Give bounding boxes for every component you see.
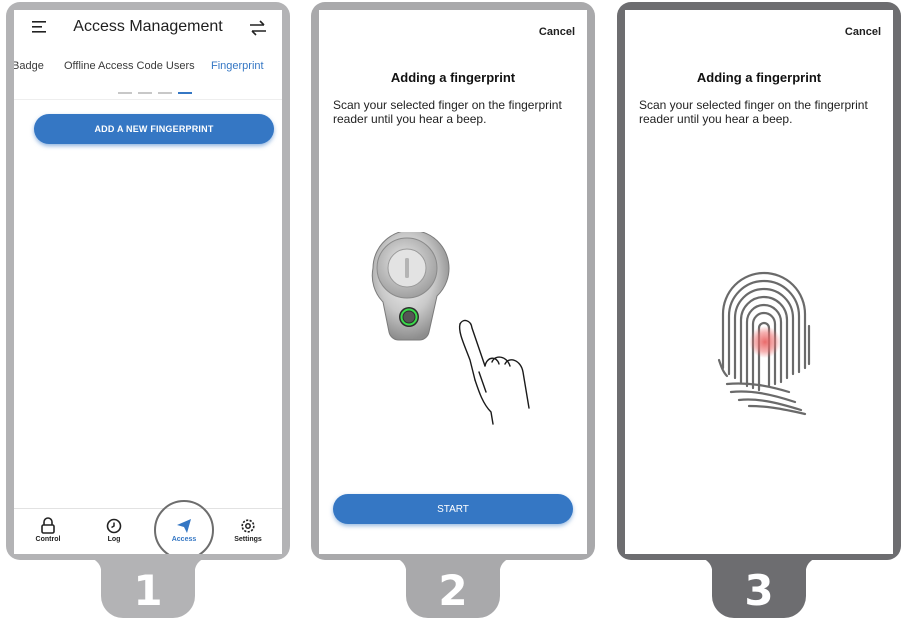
step-number: 2 xyxy=(438,566,468,615)
fingerprint-icon xyxy=(717,271,811,416)
tab-offline-access-code-users[interactable]: Offline Access Code Users xyxy=(64,60,195,72)
nav-item-settings[interactable]: Settings xyxy=(223,517,273,543)
cancel-button[interactable]: Cancel xyxy=(539,26,575,38)
clock-icon xyxy=(106,518,122,534)
step-number-tab: 3 xyxy=(698,558,820,618)
tab-bar: Badge Offline Access Code Users Fingerpr… xyxy=(14,60,282,82)
page-dot xyxy=(158,92,172,94)
adding-fingerprint-screen: Cancel Adding a fingerprint Scan your se… xyxy=(319,10,587,554)
screen-heading: Adding a fingerprint xyxy=(696,70,822,85)
step-number: 3 xyxy=(744,566,774,615)
cancel-button[interactable]: Cancel xyxy=(845,26,881,38)
nav-label-settings: Settings xyxy=(234,536,262,543)
page-title: Access Management xyxy=(73,18,223,35)
app-header: Access Management xyxy=(14,10,282,52)
page-dot xyxy=(118,92,132,94)
step-number: 1 xyxy=(133,566,163,615)
step-number-tab: 2 xyxy=(392,558,514,618)
access-management-screen: Access Management Badge Offline Access C… xyxy=(14,10,282,554)
screen-heading: Adding a fingerprint xyxy=(390,70,516,85)
highlight-ring xyxy=(154,500,214,554)
step-1-panel: Access Management Badge Offline Access C… xyxy=(6,2,290,560)
step-2-panel: Cancel Adding a fingerprint Scan your se… xyxy=(311,2,595,560)
start-button[interactable]: START xyxy=(333,494,573,524)
step-number-tab: 1 xyxy=(87,558,209,618)
tab-badge[interactable]: Badge xyxy=(14,60,44,72)
step-3-panel: Cancel Adding a fingerprint Scan your se… xyxy=(617,2,901,560)
lock-icon xyxy=(41,517,55,534)
scanning-fingerprint-screen: Cancel Adding a fingerprint Scan your se… xyxy=(625,10,893,554)
page-dot-active xyxy=(178,92,192,94)
nav-item-log[interactable]: Log xyxy=(89,517,139,543)
divider xyxy=(14,99,282,100)
bottom-nav: Control Log Access Settings xyxy=(14,508,282,554)
lock-hand-illustration xyxy=(371,232,530,425)
nav-label-log: Log xyxy=(107,536,121,543)
add-fingerprint-button[interactable]: ADD A NEW FINGERPRINT xyxy=(34,114,274,144)
instruction-text: Scan your selected finger on the fingerp… xyxy=(333,98,562,126)
tab-fingerprint[interactable]: Fingerprint xyxy=(211,60,264,72)
page-dot xyxy=(138,92,152,94)
swap-icon[interactable] xyxy=(248,20,268,36)
nav-label-control: Control xyxy=(35,536,61,543)
instruction-text: Scan your selected finger on the fingerp… xyxy=(639,98,868,126)
nav-item-control[interactable]: Control xyxy=(23,517,73,543)
gear-icon xyxy=(241,519,255,533)
